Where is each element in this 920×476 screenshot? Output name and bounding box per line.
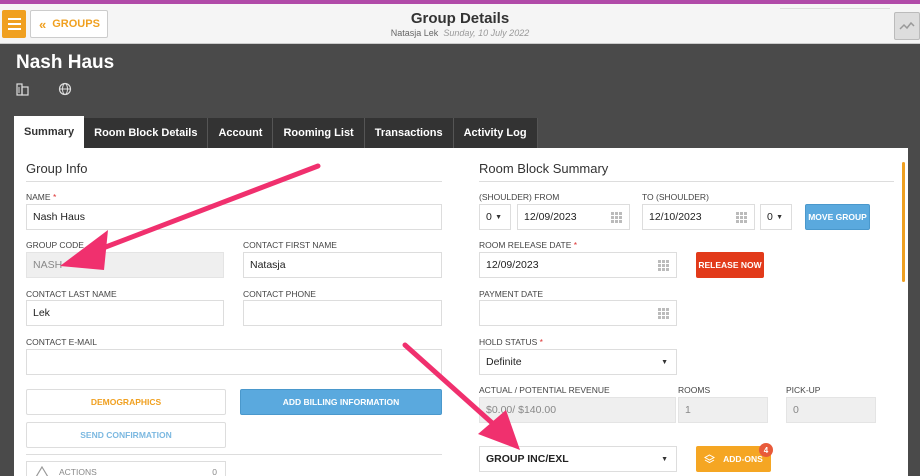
- to-shoulder-select[interactable]: 0 ▼: [760, 204, 792, 230]
- warning-icon: [35, 465, 49, 476]
- revenue-label: ACTUAL / POTENTIAL REVENUE: [479, 385, 610, 395]
- to-shoulder-value: 0: [767, 211, 773, 223]
- add-ons-count-badge: 4: [759, 443, 773, 457]
- room-block-summary-title: Room Block Summary: [479, 161, 609, 176]
- caret-down-icon: ▼: [661, 455, 668, 463]
- tax-inclusion-select[interactable]: GROUP INC/EXL ▼: [479, 446, 677, 472]
- rooms-value: 1: [678, 397, 768, 423]
- contact-email-input[interactable]: [26, 349, 442, 375]
- tab-account[interactable]: Account: [208, 118, 274, 148]
- group-name-heading: Nash Haus: [16, 52, 115, 73]
- actions-label: ACTIONS: [59, 466, 97, 476]
- tab-summary[interactable]: Summary: [14, 116, 85, 148]
- calendar-icon[interactable]: [736, 212, 748, 223]
- actions-count: 0: [212, 466, 217, 476]
- contact-phone-label: CONTACT PHONE: [243, 289, 316, 299]
- contact-phone-input[interactable]: [243, 300, 442, 326]
- name-input[interactable]: Nash Haus: [26, 204, 442, 230]
- from-date-input[interactable]: 12/09/2023: [517, 204, 630, 230]
- revenue-value: $0.00/ $140.00: [479, 397, 676, 423]
- hold-status-value: Definite: [486, 356, 522, 368]
- rooms-label: ROOMS: [678, 385, 711, 395]
- header-right-area: [780, 8, 890, 40]
- add-ons-label: ADD-ONS: [723, 454, 763, 464]
- actions-panel[interactable]: ACTIONS 0: [26, 461, 226, 476]
- to-date-input[interactable]: 12/10/2023: [642, 204, 755, 230]
- divider: [26, 454, 442, 455]
- to-date-value: 12/10/2023: [649, 211, 702, 223]
- shoulder-from-label: (SHOULDER) FROM: [479, 192, 560, 202]
- caret-down-icon: ▼: [495, 213, 502, 221]
- hold-status-label: HOLD STATUS *: [479, 337, 543, 347]
- demographics-button[interactable]: DEMOGRAPHICS: [26, 389, 226, 415]
- group-code-label: GROUP CODE: [26, 240, 84, 250]
- contact-last-name-label: CONTACT LAST NAME: [26, 289, 117, 299]
- chart-line-icon: [899, 21, 915, 30]
- room-release-date-input[interactable]: 12/09/2023: [479, 252, 677, 278]
- calendar-icon[interactable]: [658, 260, 670, 271]
- tab-activity-log[interactable]: Activity Log: [453, 118, 538, 148]
- tab-rooming-list[interactable]: Rooming List: [273, 118, 365, 148]
- user-name: Natasja Lek: [390, 28, 439, 38]
- pick-up-label: PICK-UP: [786, 385, 821, 395]
- add-billing-information-button[interactable]: ADD BILLING INFORMATION: [240, 389, 442, 415]
- contact-first-name-label: CONTACT FIRST NAME: [243, 240, 337, 250]
- move-group-button[interactable]: MOVE GROUP: [805, 204, 870, 230]
- building-icon[interactable]: [16, 82, 30, 96]
- group-info-title: Group Info: [26, 161, 88, 176]
- caret-down-icon: ▼: [661, 358, 668, 366]
- from-shoulder-value: 0: [486, 211, 492, 223]
- scrollbar[interactable]: [902, 162, 905, 282]
- divider: [479, 181, 894, 182]
- layers-icon: [704, 453, 716, 463]
- activity-chart-button[interactable]: [894, 12, 920, 40]
- payment-date-input[interactable]: [479, 300, 677, 326]
- divider: [26, 181, 442, 182]
- calendar-icon[interactable]: [658, 308, 670, 319]
- contact-email-label: CONTACT E-MAIL: [26, 337, 97, 347]
- name-label: NAME *: [26, 192, 57, 202]
- tax-inclusion-value: GROUP INC/EXL: [486, 453, 569, 465]
- group-code-input: NASH: [26, 252, 224, 278]
- contact-first-name-input[interactable]: Natasja: [243, 252, 442, 278]
- tab-transactions[interactable]: Transactions: [364, 118, 454, 148]
- send-confirmation-button[interactable]: SEND CONFIRMATION: [26, 422, 226, 448]
- current-date: Sunday, 10 July 2022: [443, 28, 530, 38]
- release-now-button[interactable]: RELEASE NOW: [696, 252, 764, 278]
- calendar-icon[interactable]: [611, 212, 623, 223]
- payment-date-label: PAYMENT DATE: [479, 289, 544, 299]
- from-date-value: 12/09/2023: [524, 211, 577, 223]
- room-release-date-label: ROOM RELEASE DATE *: [479, 240, 578, 250]
- tab-room-block-details[interactable]: Room Block Details: [84, 118, 209, 148]
- to-shoulder-label: TO (SHOULDER): [642, 192, 709, 202]
- from-shoulder-select[interactable]: 0 ▼: [479, 204, 511, 230]
- top-bar: « GROUPS Group Details Natasja Lek Sunday…: [0, 0, 920, 44]
- caret-down-icon: ▼: [776, 213, 783, 221]
- hold-status-select[interactable]: Definite ▼: [479, 349, 677, 375]
- pick-up-value: 0: [786, 397, 876, 423]
- release-date-value: 12/09/2023: [486, 259, 539, 271]
- contact-last-name-input[interactable]: Lek: [26, 300, 224, 326]
- tab-bar: Summary Room Block Details Account Roomi…: [14, 116, 538, 148]
- globe-icon[interactable]: [58, 82, 72, 96]
